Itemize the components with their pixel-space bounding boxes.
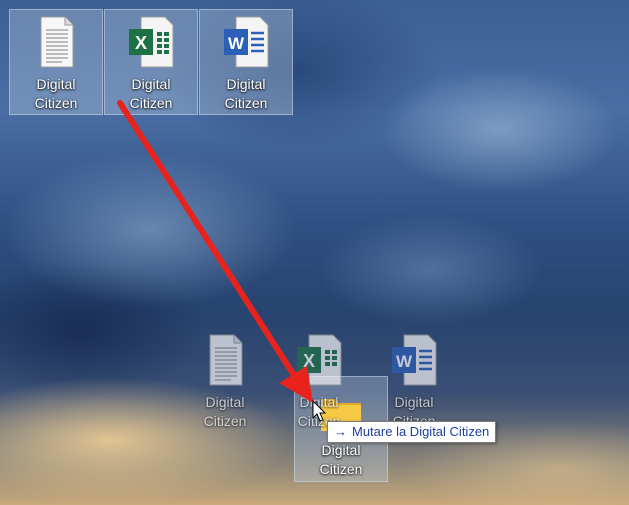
tooltip-text: Mutare la Digital Citizen [352,424,490,439]
move-tooltip: → Mutare la Digital Citizen [327,421,497,443]
annotation-arrow [117,100,313,403]
arrow-right-icon: → [334,424,347,439]
mouse-cursor-icon [312,400,327,422]
